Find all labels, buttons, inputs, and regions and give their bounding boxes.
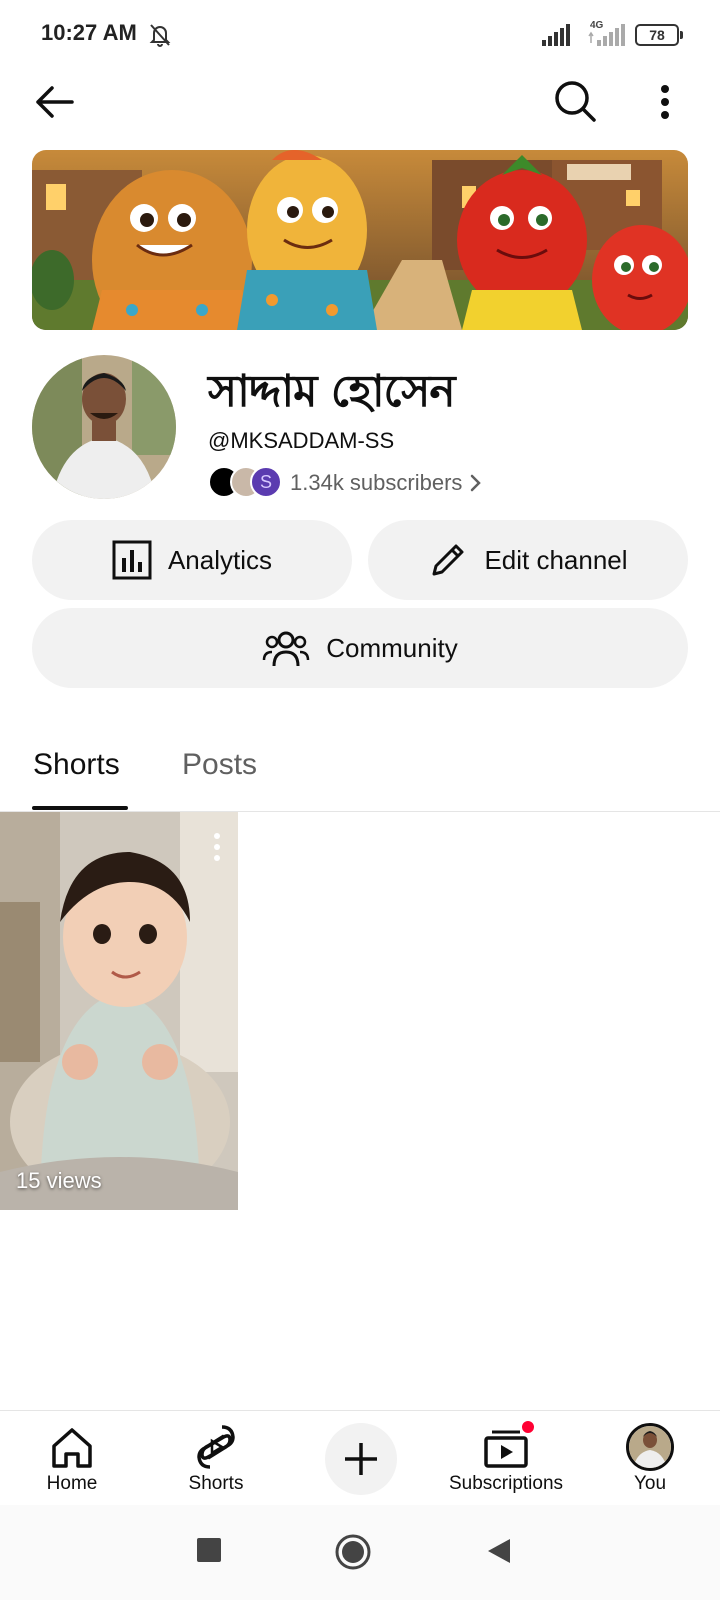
shorts-icon bbox=[197, 1425, 235, 1469]
back-button[interactable] bbox=[30, 78, 78, 126]
status-bar: 10:27 AM 4G 78 bbox=[0, 0, 720, 70]
channel-avatar[interactable] bbox=[32, 355, 176, 499]
tab-selected-indicator bbox=[32, 806, 128, 810]
signal-4g-icon bbox=[588, 24, 625, 46]
status-time: 10:27 AM bbox=[41, 20, 137, 45]
nav-home[interactable]: Home bbox=[22, 1411, 122, 1506]
community-label: Community bbox=[326, 632, 458, 663]
edit-channel-button[interactable]: Edit channel bbox=[368, 520, 688, 600]
bottom-navigation: Home Shorts Subscriptions You bbox=[0, 1410, 720, 1505]
back-triangle-icon[interactable] bbox=[486, 1537, 512, 1565]
more-options-button[interactable] bbox=[650, 78, 680, 126]
channel-banner bbox=[32, 150, 688, 330]
analytics-icon bbox=[112, 540, 152, 580]
notification-dot bbox=[520, 1419, 536, 1435]
nav-home-label: Home bbox=[46, 1473, 98, 1494]
analytics-label: Analytics bbox=[167, 544, 273, 575]
nav-subscriptions[interactable]: Subscriptions bbox=[440, 1411, 572, 1506]
tab-shorts[interactable]: Shorts bbox=[33, 748, 120, 782]
back-arrow-icon bbox=[36, 86, 74, 118]
nav-shorts-label: Shorts bbox=[188, 1473, 244, 1494]
analytics-button[interactable]: Analytics bbox=[32, 520, 352, 600]
create-button[interactable] bbox=[325, 1423, 397, 1495]
system-navigation-bar bbox=[0, 1505, 720, 1600]
nav-subscriptions-label: Subscriptions bbox=[448, 1473, 564, 1494]
home-circle-icon[interactable] bbox=[334, 1533, 372, 1571]
channel-tabs: Shorts Posts bbox=[0, 720, 720, 812]
bell-off-icon bbox=[149, 24, 171, 47]
subscriber-avatar-3: S bbox=[250, 466, 282, 498]
short-views: 15 views bbox=[16, 1168, 102, 1193]
recents-square-icon[interactable] bbox=[196, 1537, 222, 1563]
subscriber-avatars: S bbox=[208, 466, 284, 500]
more-vert-icon bbox=[661, 85, 669, 119]
search-button[interactable] bbox=[550, 76, 600, 126]
tab-posts[interactable]: Posts bbox=[182, 748, 257, 782]
battery-indicator: 78 bbox=[635, 24, 683, 46]
edit-channel-label: Edit channel bbox=[484, 544, 628, 575]
you-avatar bbox=[626, 1423, 674, 1471]
channel-name: সাদ্দাম হোসেন bbox=[208, 366, 456, 417]
nav-you[interactable]: You bbox=[610, 1411, 690, 1506]
search-icon bbox=[555, 81, 596, 122]
subscriber-count: 1.34k subscribers bbox=[290, 470, 463, 495]
subscribers-row[interactable]: S 1.34k subscribers bbox=[208, 466, 482, 500]
people-icon bbox=[263, 631, 310, 667]
pencil-icon bbox=[432, 544, 464, 576]
nav-you-label: You bbox=[633, 1473, 667, 1494]
community-button[interactable]: Community bbox=[32, 608, 688, 688]
chevron-right-icon bbox=[471, 474, 482, 492]
signal-icon bbox=[542, 24, 570, 46]
nav-shorts[interactable]: Shorts bbox=[166, 1411, 266, 1506]
channel-handle: @MKSADDAM-SS bbox=[208, 428, 395, 453]
short-more-icon[interactable] bbox=[210, 832, 224, 862]
home-icon bbox=[52, 1428, 92, 1468]
short-thumbnail[interactable]: 15 views bbox=[0, 812, 238, 1210]
plus-icon bbox=[345, 1443, 377, 1475]
